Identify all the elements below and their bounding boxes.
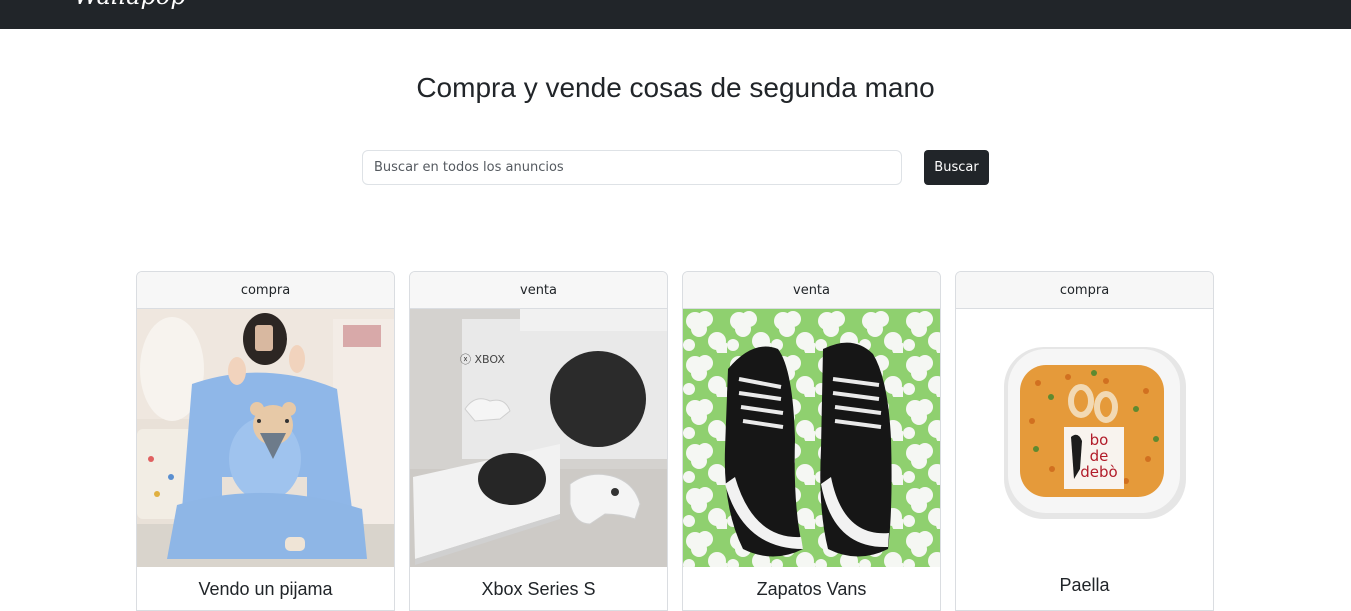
brand-logo[interactable]: Wallapop [74,0,186,10]
search-input[interactable] [362,150,902,185]
listing-image-pajamas[interactable] [137,309,394,567]
listing-type-badge: venta [410,272,667,309]
listing-image-paella[interactable]: bo de debò [956,309,1213,567]
listing-image-xbox[interactable]: ⓧ XBOX [410,309,667,567]
listing-type-badge: compra [956,272,1213,309]
svg-text:debò: debò [1080,463,1117,481]
listing-card[interactable]: compra Vendo un pijama [136,271,395,611]
listing-title[interactable]: Zapatos Vans [683,579,940,600]
page-title: Compra y vende cosas de segunda mano [416,72,935,103]
listing-card[interactable]: venta Zapatos Vans [682,271,941,611]
listing-card[interactable]: venta ⓧ XBOX Xbox Series S [409,271,668,611]
listing-title[interactable]: Vendo un pijama [137,579,394,600]
listing-type-badge: compra [137,272,394,309]
listing-card[interactable]: compra bo de debò Paella [955,271,1214,611]
search-button[interactable]: Buscar [924,150,989,185]
listing-title[interactable]: Xbox Series S [410,579,667,600]
listing-title[interactable]: Paella [956,575,1213,596]
svg-text:ⓧ XBOX: ⓧ XBOX [460,353,505,366]
listing-type-badge: venta [683,272,940,309]
listing-image-vans[interactable] [683,309,940,567]
navbar: Wallapop [0,0,1351,29]
